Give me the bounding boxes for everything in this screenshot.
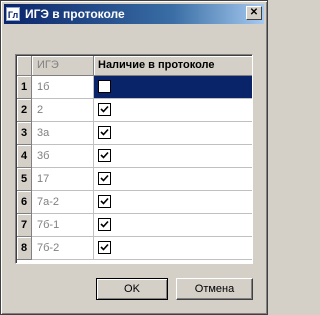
table-row[interactable]: 22 (17, 99, 252, 122)
checkmark-icon (100, 128, 109, 136)
app-icon: Гл (6, 7, 20, 21)
grid-header: ИГЭ Наличие в протоколе (17, 56, 252, 76)
presence-cell[interactable] (94, 237, 252, 260)
checkmark-icon (100, 151, 109, 159)
table-row[interactable]: 7 7б-1 (17, 214, 252, 237)
checkmark-icon (100, 243, 109, 251)
presence-checkbox[interactable] (98, 126, 111, 139)
ige-cell[interactable]: 7а-2 (32, 191, 94, 214)
ige-cell[interactable]: 1б (32, 76, 94, 99)
presence-checkbox[interactable] (98, 172, 111, 185)
ige-cell[interactable]: 2 (32, 99, 94, 122)
row-number[interactable]: 4 (17, 145, 32, 168)
close-icon: ✕ (249, 7, 259, 18)
presence-checkbox[interactable] (98, 241, 111, 254)
grid-corner-cell (17, 56, 32, 76)
row-number[interactable]: 5 (17, 168, 32, 191)
row-number[interactable]: 3 (17, 122, 32, 145)
ige-cell[interactable]: 3а (32, 122, 94, 145)
row-number[interactable]: 8 (17, 237, 32, 260)
presence-checkbox[interactable] (98, 103, 111, 116)
column-header-presence[interactable]: Наличие в протоколе (94, 56, 252, 76)
ige-cell[interactable]: 7б-2 (32, 237, 94, 260)
presence-checkbox[interactable] (98, 149, 111, 162)
checkmark-icon (100, 220, 109, 228)
ige-cell[interactable]: 7б-1 (32, 214, 94, 237)
checkmark-icon (100, 197, 109, 205)
presence-cell[interactable] (94, 214, 252, 237)
presence-cell[interactable] (94, 145, 252, 168)
table-row[interactable]: 1 1б (17, 76, 252, 99)
row-number[interactable]: 1 (17, 76, 32, 99)
row-number[interactable]: 7 (17, 214, 32, 237)
title-bar[interactable]: Гл ИГЭ в протоколе ✕ (4, 4, 264, 24)
table-row[interactable]: 4 3б (17, 145, 252, 168)
presence-checkbox[interactable] (98, 218, 111, 231)
presence-cell[interactable] (94, 168, 252, 191)
ige-grid[interactable]: ИГЭ Наличие в протоколе 1 1б 2 2 3 3а 4 3б 5 17 6 7… (15, 54, 253, 264)
presence-checkbox[interactable] (98, 195, 111, 208)
presence-cell[interactable] (94, 122, 252, 145)
table-row[interactable]: 3 3а (17, 122, 252, 145)
cancel-button[interactable]: Отмена (176, 278, 253, 300)
dialog-window: Гл ИГЭ в протоколе ✕ ИГЭ Наличие в прото… (0, 0, 268, 315)
window-title: ИГЭ в протоколе (25, 7, 125, 21)
ige-cell[interactable]: 17 (32, 168, 94, 191)
checkmark-icon (100, 174, 109, 182)
column-header-ige[interactable]: ИГЭ (32, 56, 94, 76)
row-number[interactable]: 6 (17, 191, 32, 214)
checkmark-icon (100, 105, 109, 113)
presence-cell[interactable] (94, 76, 252, 99)
presence-cell[interactable] (94, 191, 252, 214)
table-row[interactable]: 5 17 (17, 168, 252, 191)
row-number[interactable]: 2 (17, 99, 32, 122)
close-button[interactable]: ✕ (246, 6, 262, 20)
table-row[interactable]: 6 7а-2 (17, 191, 252, 214)
ige-cell[interactable]: 3б (32, 145, 94, 168)
ok-button[interactable]: OK (96, 278, 168, 300)
grid-rows: 1 1б 2 2 3 3а 4 3б 5 17 6 7а-2 7 7б-1 8 7б-2 (17, 76, 252, 260)
presence-checkbox[interactable] (98, 80, 111, 93)
presence-cell[interactable] (94, 99, 252, 122)
table-row[interactable]: 8 7б-2 (17, 237, 252, 260)
